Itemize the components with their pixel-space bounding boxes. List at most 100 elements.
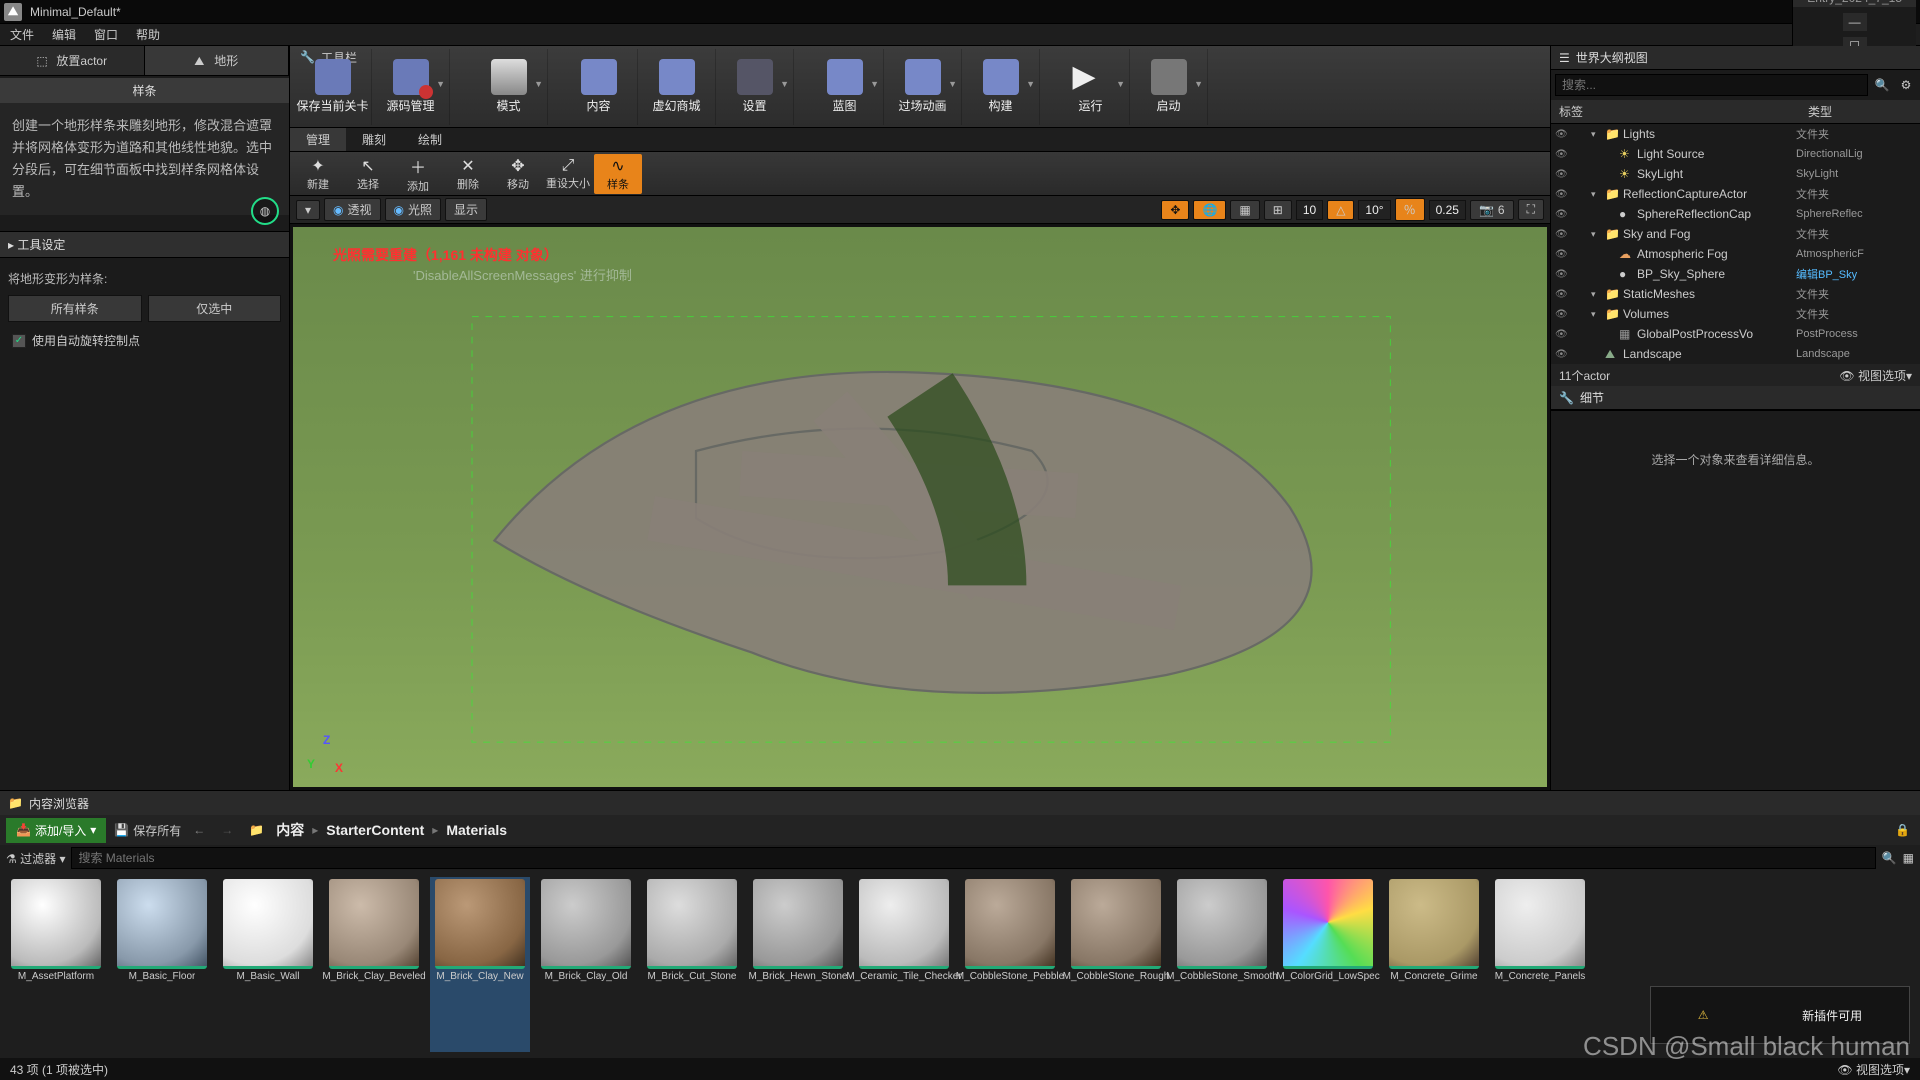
- mode-tab-terrain[interactable]: ⛰地形: [145, 46, 290, 75]
- outliner-row[interactable]: 👁●SphereReflectionCapSphereReflec: [1551, 204, 1920, 224]
- save-all-button[interactable]: 💾 保存所有: [114, 822, 181, 839]
- subtab-sculpt[interactable]: 雕刻: [346, 128, 402, 151]
- content-button[interactable]: 内容: [560, 49, 638, 125]
- visibility-icon[interactable]: 👁: [1555, 349, 1569, 360]
- visibility-icon[interactable]: 👁: [1555, 129, 1569, 140]
- all-splines-button[interactable]: 所有样条: [8, 295, 142, 322]
- tool-move[interactable]: ✥移动: [494, 154, 542, 194]
- material-item[interactable]: M_Ceramic_Tile_Checker: [854, 877, 954, 1052]
- material-item[interactable]: M_Basic_Wall: [218, 877, 318, 1052]
- material-item[interactable]: M_Brick_Clay_Old: [536, 877, 636, 1052]
- view-options-button[interactable]: 👁 视图选项▾: [1837, 1061, 1910, 1078]
- add-import-button[interactable]: 📥 添加/导入 ▾: [6, 818, 106, 843]
- outliner-row[interactable]: 👁☁Atmospheric FogAtmosphericF: [1551, 244, 1920, 264]
- menu-window[interactable]: 窗口: [94, 26, 118, 43]
- subtab-paint[interactable]: 绘制: [402, 128, 458, 151]
- expand-icon[interactable]: ▾: [1591, 289, 1601, 300]
- visibility-icon[interactable]: 👁: [1555, 329, 1569, 340]
- crumb-starter[interactable]: StarterContent: [326, 822, 424, 838]
- vp-perspective-button[interactable]: ◉透视: [324, 198, 381, 221]
- launch-button[interactable]: 启动▼: [1130, 49, 1208, 125]
- visibility-icon[interactable]: 👁: [1555, 169, 1569, 180]
- vp-maximize-button[interactable]: ⛶: [1518, 199, 1544, 220]
- menu-help[interactable]: 帮助: [136, 26, 160, 43]
- vp-snap-angle-button[interactable]: △: [1327, 200, 1354, 220]
- material-item[interactable]: M_Brick_Hewn_Stone: [748, 877, 848, 1052]
- outliner-row[interactable]: 👁▦GlobalPostProcessVoPostProcess: [1551, 324, 1920, 344]
- plugin-notification[interactable]: ⚠ 新插件可用: [1650, 986, 1910, 1044]
- content-search-input[interactable]: [71, 847, 1875, 869]
- vp-lit-button[interactable]: ◉光照: [385, 198, 442, 221]
- expand-icon[interactable]: ▾: [1591, 229, 1601, 240]
- folder-up-icon[interactable]: 📁: [245, 823, 268, 837]
- menu-file[interactable]: 文件: [10, 26, 34, 43]
- outliner-row[interactable]: 👁▾📁Lights文件夹: [1551, 124, 1920, 144]
- tool-spline[interactable]: ∿样条: [594, 154, 642, 194]
- auto-rotate-checkbox[interactable]: ✓ 使用自动旋转控制点: [8, 326, 281, 355]
- expand-icon[interactable]: ▾: [1591, 189, 1601, 200]
- expand-icon[interactable]: ▾: [1591, 129, 1601, 140]
- visibility-icon[interactable]: 👁: [1555, 189, 1569, 200]
- subtab-manage[interactable]: 管理: [290, 128, 346, 151]
- visibility-icon[interactable]: 👁: [1555, 149, 1569, 160]
- play-button[interactable]: ▶运行▼: [1052, 49, 1130, 125]
- outliner-row[interactable]: 👁☀SkyLightSkyLight: [1551, 164, 1920, 184]
- material-item[interactable]: M_Brick_Clay_Beveled: [324, 877, 424, 1052]
- filter-icon[interactable]: ⚙: [1896, 74, 1916, 96]
- visibility-icon[interactable]: 👁: [1555, 309, 1569, 320]
- save-button[interactable]: 保存当前关卡: [294, 49, 372, 125]
- settings-button[interactable]: 设置▼: [716, 49, 794, 125]
- visibility-icon[interactable]: 👁: [1555, 229, 1569, 240]
- filters-button[interactable]: ⚗ 过滤器 ▾: [6, 850, 65, 867]
- menu-edit[interactable]: 编辑: [52, 26, 76, 43]
- tool-delete[interactable]: ✕删除: [444, 154, 492, 194]
- search-icon[interactable]: 🔍: [1882, 851, 1897, 865]
- outliner-row[interactable]: 👁☀Light SourceDirectionalLig: [1551, 144, 1920, 164]
- vp-snap-grid-button[interactable]: ⊞: [1264, 200, 1292, 220]
- outliner-row[interactable]: 👁▾📁ReflectionCaptureActor文件夹: [1551, 184, 1920, 204]
- lock-icon[interactable]: 🔒: [1891, 823, 1914, 837]
- item-type[interactable]: 编辑BP_Sky: [1796, 266, 1916, 282]
- material-item[interactable]: M_ColorGrid_LowSpec: [1278, 877, 1378, 1052]
- outliner-row[interactable]: 👁▾📁Sky and Fog文件夹: [1551, 224, 1920, 244]
- vp-grid-size[interactable]: 10: [1296, 200, 1323, 220]
- vp-camera-speed[interactable]: 📷 6: [1470, 200, 1514, 220]
- material-item[interactable]: M_Brick_Clay_New: [430, 877, 530, 1052]
- outliner-row[interactable]: 👁▾📁StaticMeshes文件夹: [1551, 284, 1920, 304]
- vp-transform-button[interactable]: ✥: [1161, 200, 1189, 220]
- material-item[interactable]: M_Concrete_Panels: [1490, 877, 1590, 1052]
- vp-options-button[interactable]: ▾: [296, 200, 320, 220]
- tool-new[interactable]: ✦新建: [294, 154, 342, 194]
- material-item[interactable]: M_Concrete_Grime: [1384, 877, 1484, 1052]
- vp-angle-size[interactable]: 10°: [1358, 200, 1390, 220]
- nav-back-button[interactable]: ←: [189, 823, 209, 837]
- blueprints-button[interactable]: 蓝图▼: [806, 49, 884, 125]
- material-item[interactable]: M_Basic_Floor: [112, 877, 212, 1052]
- vp-scale-size[interactable]: 0.25: [1429, 200, 1466, 220]
- crumb-materials[interactable]: Materials: [446, 822, 507, 838]
- outliner-row[interactable]: 👁▾📁Volumes文件夹: [1551, 304, 1920, 324]
- source-control-button[interactable]: 源码管理▼: [372, 49, 450, 125]
- nav-forward-button[interactable]: →: [217, 823, 237, 837]
- expand-icon[interactable]: ▾: [1591, 309, 1601, 320]
- marketplace-button[interactable]: 虚幻商城: [638, 49, 716, 125]
- vp-coord-button[interactable]: 🌐: [1193, 200, 1226, 220]
- material-item[interactable]: M_Brick_Cut_Stone: [642, 877, 742, 1052]
- only-selected-button[interactable]: 仅选中: [148, 295, 282, 322]
- vp-surface-button[interactable]: ▦: [1230, 200, 1259, 220]
- material-item[interactable]: M_AssetPlatform: [6, 877, 106, 1052]
- content-grid[interactable]: M_AssetPlatformM_Basic_FloorM_Basic_Wall…: [0, 871, 1920, 1058]
- visibility-icon[interactable]: 👁: [1555, 249, 1569, 260]
- tool-add[interactable]: ＋添加: [394, 154, 442, 194]
- material-item[interactable]: M_CobbleStone_Pebble: [960, 877, 1060, 1052]
- material-item[interactable]: M_CobbleStone_Smooth: [1172, 877, 1272, 1052]
- modes-button[interactable]: 模式▼: [470, 49, 548, 125]
- search-icon[interactable]: 🔍: [1872, 74, 1892, 96]
- mode-tab-place[interactable]: ⬚放置actor: [0, 46, 145, 75]
- visibility-icon[interactable]: 👁: [1555, 209, 1569, 220]
- visibility-icon[interactable]: 👁: [1555, 269, 1569, 280]
- view-options-button[interactable]: 👁 视图选项▾: [1839, 367, 1912, 384]
- outliner-row[interactable]: 👁●BP_Sky_Sphere编辑BP_Sky: [1551, 264, 1920, 284]
- tool-resize[interactable]: ⤢重设大小: [544, 154, 592, 194]
- viewport[interactable]: 光照需要重建（1,161 未构建 对象） 'DisableAllScreenMe…: [290, 224, 1550, 790]
